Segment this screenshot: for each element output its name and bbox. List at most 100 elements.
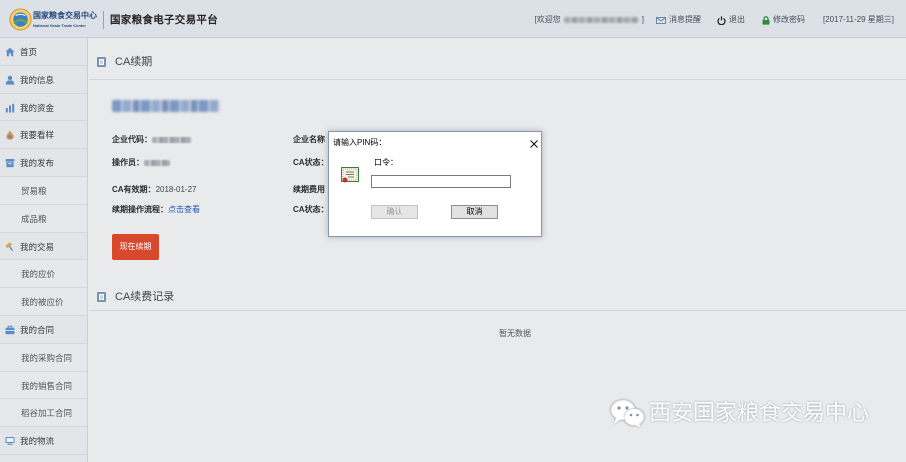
sidebar-item-label: 我的销售合同 [21,380,73,391]
company-code-label: 企业代码： [112,135,152,144]
sidebar-item-rice-processing-contracts[interactable]: 稻谷加工合同 [0,399,87,428]
dialog-close-button[interactable] [528,138,539,149]
sidebar-item-label: 我的资金 [20,102,55,113]
watermark: 西安国家粮食交易中心 [610,396,869,430]
pin-label: 口令： [374,158,398,167]
sidebar-item-label: 稻谷加工合同 [21,408,73,419]
sidebar-item-trade-grain[interactable]: 贸易粮 [0,176,87,205]
sidebar-item-my-info[interactable]: 我的信息 [0,66,87,94]
renew-now-button[interactable]: 现在续期 [112,234,159,260]
sidebar-item-label: 首页 [20,47,38,57]
company-name-redacted [112,100,220,112]
ca-status-label: CA状态： [293,158,329,167]
logout-link[interactable]: 退出 [717,14,745,26]
sidebar-item-label: 我要看样 [20,130,55,141]
ca-expiry-value: 2018-01-27 [155,185,197,194]
logo-name: 国家粮食交易中心 [33,11,97,20]
certificate-icon [341,167,359,183]
sidebar-item-label: 我的发布 [20,158,55,169]
change-password-label: 修改密码 [773,15,805,24]
sidebar-item-label: 我的信息 [20,74,55,85]
empty-state-text: 暂无数据 [499,329,531,338]
messages-link[interactable]: 消息提醒 [656,14,701,26]
cancel-button[interactable]: 取消 [451,205,498,219]
ca-renewal-header: CA续期 [89,38,906,80]
platform-title: 国家粮食电子交易平台 [110,14,218,26]
watermark-text: 西安国家粮食交易中心 [649,400,870,425]
sidebar-item-my-trades[interactable]: 我的交易 [0,233,87,261]
change-password-link[interactable]: 修改密码 [762,14,805,26]
ca-status-label: CA状态： [293,205,329,214]
sidebar-item-label: 我的合同 [20,324,55,335]
logo-emblem[interactable] [9,8,32,31]
home-icon [5,47,15,57]
document-icon [97,57,106,67]
operator-redacted [144,160,170,166]
current-date: [2017-11-29 星期三] [823,15,894,24]
ca-fee-records-header: CA续费记录 [89,284,906,311]
wechat-icon [610,399,645,428]
renewal-process-label: 续期操作流程： [112,205,168,214]
logo-name-en: National Grain Trade Center [33,23,86,28]
monitor-icon [5,437,15,445]
company-code-redacted [152,137,192,143]
sidebar-item-my-bids[interactable]: 我的应价 [0,260,87,289]
archive-icon [5,159,15,168]
gavel-icon [5,241,14,251]
sidebar-item-label: 成品粮 [21,213,47,224]
document-icon [97,292,106,302]
renewal-process-row: 续期操作流程： 点击查看 [112,205,200,215]
sidebar-item-my-publications[interactable]: 我的发布 [0,149,87,177]
welcome-prefix: [欢迎您 [534,15,561,24]
dialog-title: 请输入PIN码： [333,138,387,147]
pin-dialog: 请输入PIN码： 口令： 确认 取消 [328,131,542,237]
ca-status-row: CA状态： [293,158,329,168]
renewal-process-link[interactable]: 点击查看 [168,205,200,215]
ca-expiry-row: CA有效期： 2018-01-27 [112,185,196,195]
sidebar-item-my-funds[interactable]: 我的资金 [0,94,87,122]
drop-icon [6,130,14,140]
header-divider [103,11,104,29]
section-title: CA续费记录 [115,291,175,303]
briefcase-icon [5,325,15,335]
pin-input[interactable] [371,175,511,188]
user-icon [5,75,15,85]
confirm-button[interactable]: 确认 [371,205,418,219]
user-name-redacted [563,17,639,23]
sidebar-item-label: 我的交易 [20,241,55,252]
renewal-fee-label: 续期费用 [293,185,325,194]
company-code-row: 企业代码： [112,135,192,145]
sidebar-item-label: 我的被应价 [21,297,64,308]
operator-row: 操作员： [112,158,170,168]
sidebar: 首页 我的信息 我的资金 我要看样 我的发布 贸易粮 成品粮 我的交易 我的应价… [0,38,88,462]
sidebar-item-home[interactable]: 首页 [0,38,87,66]
power-icon [717,15,726,25]
envelope-icon [656,16,666,24]
sidebar-item-finished-grain[interactable]: 成品粮 [0,204,87,233]
section-title: CA续期 [115,56,153,68]
operator-label: 操作员： [112,158,144,167]
sidebar-item-view-samples[interactable]: 我要看样 [0,121,87,150]
main-content: CA续期 企业代码： 企业名称 操作员： CA状态： CA有效期： 2018-0… [89,38,906,462]
sidebar-item-received-bids[interactable]: 我的被应价 [0,288,87,316]
messages-label: 消息提醒 [669,15,701,24]
renewal-fee-row: 续期费用 [293,185,325,195]
ca-expiry-label: CA有效期： [112,185,156,194]
ca-status-row-2: CA状态： [293,205,329,215]
logout-label: 退出 [729,15,745,24]
top-header: 国家粮食交易中心 National Grain Trade Center 国家粮… [0,0,906,38]
sidebar-item-my-contracts[interactable]: 我的合同 [0,316,87,344]
close-icon [529,139,538,148]
sidebar-item-my-logistics[interactable]: 我的物流 [0,427,87,455]
sidebar-item-purchase-contracts[interactable]: 我的采购合同 [0,343,87,372]
lock-icon [762,15,770,25]
sidebar-item-label: 我的应价 [21,269,56,280]
sidebar-item-label: 我的物流 [20,436,55,447]
sidebar-item-label: 我的采购合同 [21,352,73,363]
header-toolbar: [欢迎您 ] 消息提醒 退出 修改密码 [2017-11-29 星期三] [535,14,894,26]
company-name-row: 企业名称 [293,135,325,145]
bar-chart-icon [5,103,15,113]
company-name-label: 企业名称 [293,135,325,144]
welcome-suffix: ] [641,15,644,24]
sidebar-item-sales-contracts[interactable]: 我的销售合同 [0,371,87,400]
